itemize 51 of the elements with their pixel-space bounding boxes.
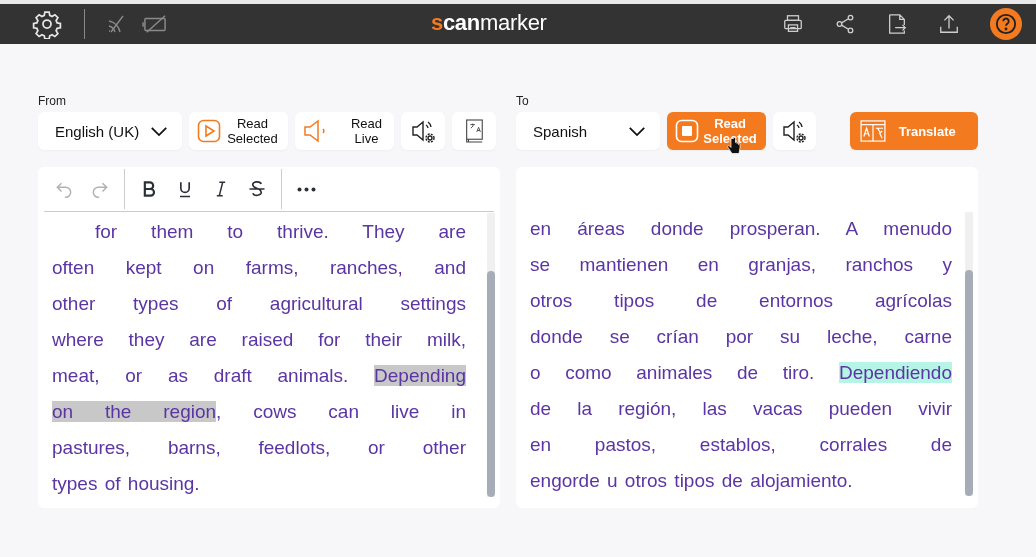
language-label: From xyxy=(38,94,66,108)
stop-icon xyxy=(674,119,699,143)
more-icon xyxy=(296,186,316,192)
text-line: donde se crían por su leche, carne xyxy=(530,325,952,349)
text-line: for them to thrive. They are xyxy=(94,220,466,244)
print-button[interactable] xyxy=(782,13,804,35)
text-line: o como animales de tiro. Dependiendo xyxy=(530,361,952,385)
printer-icon xyxy=(782,13,804,35)
language-dropdown[interactable]: English (UK) xyxy=(38,112,182,150)
settings-icon xyxy=(32,9,62,39)
share-button[interactable] xyxy=(834,13,856,35)
speaker-gear-icon xyxy=(781,118,808,144)
scrollbar[interactable] xyxy=(965,212,973,496)
help-button[interactable] xyxy=(990,8,1022,40)
text-line: otros tipos de entornos agrícolas xyxy=(530,289,952,313)
help-icon xyxy=(995,13,1017,35)
play-icon xyxy=(197,119,221,143)
speaker-gear-icon xyxy=(410,118,436,144)
book-icon xyxy=(463,118,485,144)
share-icon xyxy=(834,13,856,35)
battery-off-icon xyxy=(141,13,169,35)
text-line: en áreas donde prosperan. A menudo xyxy=(530,217,952,241)
text-line: other types of agricultural settings xyxy=(52,292,466,316)
upload-icon xyxy=(938,13,960,35)
upload-button[interactable] xyxy=(938,13,960,35)
language-label: To xyxy=(516,94,529,108)
scrollbar[interactable] xyxy=(487,213,495,497)
text-line: se mantienen en granjas, ranchos y xyxy=(530,253,952,277)
language-dropdown[interactable]: Spanish xyxy=(516,112,660,150)
chevron-down-icon xyxy=(150,125,168,137)
text-line: often kept on farms, ranches, and xyxy=(52,256,466,280)
export-button[interactable] xyxy=(886,12,908,36)
text-line: pastures, barns, feedlots, or other xyxy=(52,436,466,460)
document-arrow-icon xyxy=(886,12,908,36)
translate-icon xyxy=(860,120,887,142)
read-live-button[interactable]: Read Live xyxy=(295,112,394,150)
text-line: de la región, las vacas pueden vivir xyxy=(530,397,952,421)
text-line: where they are raised for their milk, xyxy=(52,328,466,352)
dictionary-button[interactable] xyxy=(452,112,496,150)
chevron-down-icon xyxy=(627,125,646,137)
logo: scanmarker xyxy=(431,10,547,36)
text-line: meat, or as draft animals. Depending xyxy=(52,364,466,388)
text-line: types of housing. xyxy=(52,472,201,496)
text-line: on the region, cows can live in xyxy=(52,400,466,424)
settings-button[interactable] xyxy=(32,9,62,39)
voice-settings-button[interactable] xyxy=(772,112,817,150)
text-line: engorde u otros tipos de alojamiento. xyxy=(530,469,854,493)
voice-settings-button[interactable] xyxy=(401,112,445,150)
strikethrough-icon xyxy=(247,179,267,199)
read-selected-button[interactable]: Read Selected xyxy=(189,112,288,150)
text-line: en pastos, establos, corrales de xyxy=(530,433,952,457)
